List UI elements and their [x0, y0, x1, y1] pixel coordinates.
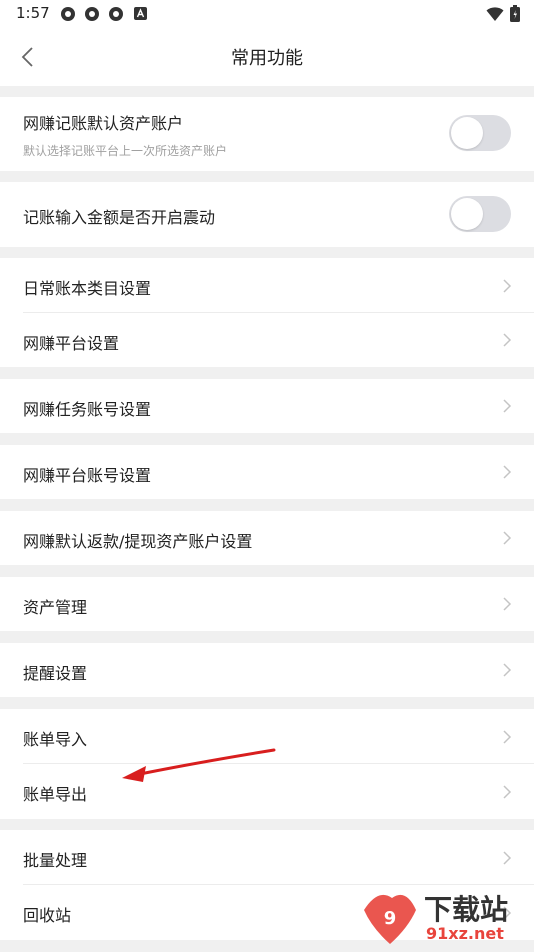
status-bar: 1:57 [0, 0, 534, 28]
menu-item-label: 网赚平台账号设置 [23, 466, 152, 485]
menu-item-label: 资产管理 [23, 598, 88, 617]
watermark-logo: 9 下载站 91xz.net [360, 888, 530, 948]
chevron-right-icon [503, 465, 512, 479]
status-right [486, 5, 520, 22]
menu-item-label: 批量处理 [23, 851, 88, 870]
toggle-knob [451, 117, 483, 149]
menu-item-platform-settings[interactable]: 网赚平台设置 [0, 313, 534, 367]
menu-item-label: 账单导出 [23, 785, 88, 804]
chevron-right-icon [503, 663, 512, 677]
menu-item-label: 回收站 [23, 906, 72, 925]
menu-item-batch-process[interactable]: 批量处理 [0, 830, 534, 885]
app-icon [109, 7, 123, 21]
menu-item-reminder[interactable]: 提醒设置 [0, 643, 534, 697]
vibration-toggle[interactable] [449, 196, 511, 232]
menu-item-label: 网赚平台设置 [23, 334, 120, 353]
setting-default-account: 网赚记账默认资产账户 默认选择记账平台上一次所选资产账户 [0, 97, 534, 171]
default-account-toggle[interactable] [449, 115, 511, 151]
app-icon [85, 7, 99, 21]
battery-icon [510, 5, 520, 22]
menu-item-label: 网赚默认返款/提现资产账户设置 [23, 532, 253, 551]
a-icon [134, 7, 147, 20]
app-icon [61, 7, 75, 21]
chevron-right-icon [503, 730, 512, 744]
nav-bar: 常用功能 [0, 28, 534, 86]
chevron-right-icon [503, 531, 512, 545]
chevron-right-icon [503, 851, 512, 865]
menu-item-refund-account[interactable]: 网赚默认返款/提现资产账户设置 [0, 511, 534, 565]
chevron-right-icon [503, 399, 512, 413]
setting-label: 网赚记账默认资产账户 [23, 114, 184, 133]
watermark-url: 91xz.net [426, 924, 504, 943]
watermark-title: 下载站 [424, 893, 509, 926]
menu-item-task-account[interactable]: 网赚任务账号设置 [0, 379, 534, 433]
chevron-right-icon [503, 785, 512, 799]
menu-item-bill-export[interactable]: 账单导出 [0, 764, 534, 819]
page-title: 常用功能 [231, 48, 303, 69]
menu-item-daily-category[interactable]: 日常账本类目设置 [0, 258, 534, 313]
status-time: 1:57 [16, 4, 50, 22]
setting-description: 默认选择记账平台上一次所选资产账户 [23, 144, 228, 158]
chevron-right-icon [503, 333, 512, 347]
menu-item-label: 网赚任务账号设置 [23, 400, 152, 419]
setting-vibration: 记账输入金额是否开启震动 [0, 182, 534, 247]
menu-item-label: 账单导入 [23, 730, 88, 749]
menu-item-platform-account[interactable]: 网赚平台账号设置 [0, 445, 534, 499]
menu-item-asset-management[interactable]: 资产管理 [0, 577, 534, 631]
wifi-icon [486, 6, 504, 21]
menu-item-label: 日常账本类目设置 [23, 279, 152, 298]
svg-text:9: 9 [384, 908, 397, 929]
menu-item-label: 提醒设置 [23, 664, 88, 683]
chevron-right-icon [503, 597, 512, 611]
chevron-right-icon [503, 279, 512, 293]
menu-item-bill-import[interactable]: 账单导入 [0, 709, 534, 764]
setting-label: 记账输入金额是否开启震动 [23, 208, 216, 227]
toggle-knob [451, 198, 483, 230]
